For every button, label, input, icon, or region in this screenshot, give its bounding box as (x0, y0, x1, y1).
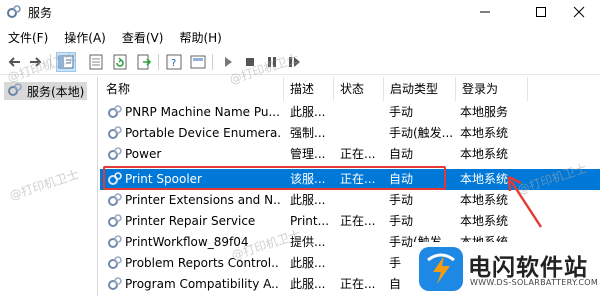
table-row[interactable]: Power 管理... 正在... 自动 本地系统 (100, 144, 600, 165)
properties-icon[interactable] (86, 52, 106, 72)
column-header-description[interactable]: 描述 (284, 77, 334, 101)
menu-file[interactable]: 文件(F) (8, 27, 48, 47)
service-status (340, 232, 386, 253)
service-description: 此服... (290, 193, 326, 207)
service-name: Power (125, 147, 162, 161)
logo-text-cn: 电闪软件站 (468, 255, 588, 281)
list-header: 名称 描述 状态 启动类型 登录为 (100, 77, 600, 101)
service-description: 管理... (290, 147, 326, 161)
service-description: 此服... (290, 277, 326, 291)
service-gear-icon (107, 125, 123, 141)
services-gear-icon (6, 4, 22, 20)
table-row[interactable]: Portable Device Enumera... 强制... 手动(触发..… (100, 123, 600, 144)
service-description: 此服... (290, 256, 326, 270)
service-startup-type: 手动 (389, 105, 414, 119)
tree-item-label: 服务(本地) (27, 84, 85, 99)
service-name: Printer Repair Service (125, 214, 256, 228)
service-status (340, 253, 386, 274)
service-name: Portable Device Enumera... (125, 126, 280, 140)
service-startup-type: 自动 (389, 147, 414, 161)
service-gear-icon (107, 146, 123, 162)
title-bar: 服务 (0, 0, 600, 24)
column-header-status[interactable]: 状态 (334, 77, 384, 101)
service-status: 正在... (340, 214, 376, 228)
menu-view[interactable]: 查看(V) (122, 27, 164, 47)
service-name: PNRP Machine Name Pu... (125, 105, 280, 119)
site-logo: 电闪软件站 WWW.DS-SOLARBATTERY.COM (412, 242, 600, 296)
view-icon[interactable] (188, 52, 208, 72)
close-button[interactable] (556, 0, 600, 24)
tree-item-services-local[interactable]: 服务(本地) (4, 82, 88, 100)
service-name: Printer Extensions and N... (125, 193, 280, 207)
service-startup-type: 手动(触发... (389, 126, 454, 140)
service-startup-type: 手动 (389, 214, 414, 228)
service-description: 此服... (290, 105, 326, 119)
column-header-log-on-as[interactable]: 登录为 (456, 77, 528, 101)
service-status (340, 102, 386, 123)
lightning-logo-icon (419, 247, 463, 291)
service-gear-icon (107, 192, 123, 208)
service-log-on-as: 本地服务 (460, 105, 509, 119)
service-log-on-as: 本地系统 (460, 147, 509, 161)
highlight-box-annotation (103, 166, 446, 190)
window-title: 服务 (28, 6, 53, 20)
svg-text:?: ? (171, 58, 176, 69)
service-log-on-as: 本地系统 (460, 126, 509, 140)
service-status (340, 123, 386, 144)
menu-help[interactable]: 帮助(H) (179, 27, 221, 47)
service-gear-icon (107, 234, 123, 250)
service-gear-icon (107, 213, 123, 229)
service-startup-type: 手动 (389, 193, 414, 207)
service-status (340, 190, 386, 211)
service-gear-icon (107, 104, 123, 120)
minimize-button[interactable] (462, 0, 508, 24)
service-description: 强制... (290, 126, 326, 140)
export-list-icon[interactable] (134, 52, 154, 72)
help-icon[interactable]: ? (164, 52, 184, 72)
toolbar-separator (212, 54, 213, 70)
table-row[interactable]: PNRP Machine Name Pu... 此服... 手动 本地服务 (100, 102, 600, 123)
service-gear-icon (107, 255, 123, 271)
toolbar-separator (158, 54, 159, 70)
logo-text-en: WWW.DS-SOLARBATTERY.COM (470, 278, 599, 287)
menu-bar: 文件(F) 操作(A) 查看(V) 帮助(H) (0, 27, 600, 47)
menu-action[interactable]: 操作(A) (64, 27, 106, 47)
column-header-startup-type[interactable]: 启动类型 (384, 77, 456, 101)
service-status: 正在... (340, 277, 376, 291)
service-name: Program Compatibility A... (125, 277, 280, 291)
service-status: 正在... (340, 147, 376, 161)
service-gear-icon (107, 276, 123, 292)
refresh-icon[interactable] (110, 52, 130, 72)
column-header-name[interactable]: 名称 (100, 77, 284, 101)
